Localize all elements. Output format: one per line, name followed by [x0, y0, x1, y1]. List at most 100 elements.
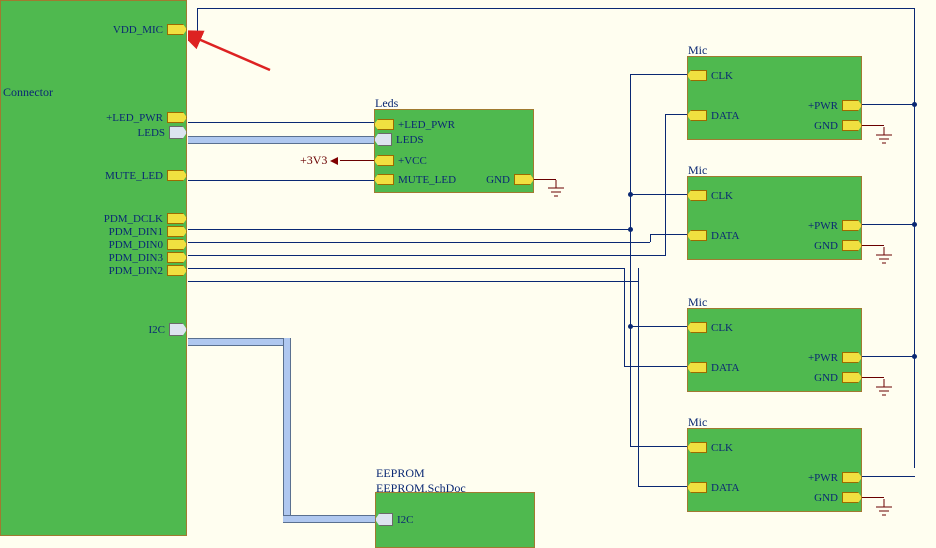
wire	[630, 74, 687, 75]
wire	[862, 125, 884, 126]
bus-port-icon	[169, 126, 187, 139]
mic1-port-pwr[interactable]: +PWR	[804, 99, 862, 112]
port-shape-icon	[687, 70, 707, 81]
mic1-port-clk[interactable]: CLK	[687, 69, 737, 82]
port-pdm-dclk[interactable]: PDM_DCLK	[100, 212, 187, 225]
wire	[188, 180, 374, 181]
port-leds[interactable]: LEDS	[134, 126, 188, 139]
wire	[197, 8, 915, 9]
annotation-arrow-icon	[188, 28, 288, 78]
wire	[862, 377, 884, 378]
mic4-port-pwr[interactable]: +PWR	[804, 471, 862, 484]
port-i2c[interactable]: I2C	[145, 323, 188, 336]
leds-title: Leds	[375, 96, 398, 111]
mic4-title: Mic	[688, 415, 707, 430]
mic3-port-clk[interactable]: CLK	[687, 321, 737, 334]
mic2-port-gnd[interactable]: GND	[810, 239, 862, 252]
port-shape-icon	[167, 226, 187, 237]
wire	[624, 366, 687, 367]
leds-port-gnd[interactable]: GND	[482, 173, 534, 186]
leds-port-vcc[interactable]: +VCC	[374, 154, 431, 167]
port-shape-icon	[687, 190, 707, 201]
junction-icon	[912, 354, 917, 359]
gnd-symbol-icon	[876, 499, 892, 519]
wire	[638, 268, 639, 486]
port-shape-icon	[514, 174, 534, 185]
wire	[862, 476, 915, 477]
port-shape-icon	[374, 119, 394, 130]
port-shape-icon	[842, 120, 862, 131]
port-pdm-din0[interactable]: PDM_DIN0	[105, 238, 187, 251]
bus	[188, 338, 288, 346]
junction-icon	[912, 222, 917, 227]
mic4-port-gnd[interactable]: GND	[810, 491, 862, 504]
mic2-title: Mic	[688, 163, 707, 178]
connector-block[interactable]: Connector VDD_MIC +LED_PWR LEDS MUTE_LED…	[0, 0, 187, 536]
wire	[630, 74, 631, 447]
port-shape-icon	[167, 265, 187, 276]
mic2-port-pwr[interactable]: +PWR	[804, 219, 862, 232]
mic-block-3[interactable]: Mic CLK DATA +PWR GND	[687, 308, 862, 392]
mic-block-4[interactable]: Mic CLK DATA +PWR GND	[687, 428, 862, 512]
port-shape-icon	[842, 492, 862, 503]
port-pdm-din2[interactable]: PDM_DIN2	[105, 264, 187, 277]
wire	[188, 122, 374, 123]
wire	[665, 114, 687, 115]
port-shape-icon	[842, 372, 862, 383]
gnd-symbol-icon	[876, 247, 892, 267]
port-pdm-din3[interactable]: PDM_DIN3	[105, 251, 187, 264]
mic3-port-data[interactable]: DATA	[687, 361, 743, 374]
bus	[283, 338, 291, 518]
port-shape-icon	[687, 362, 707, 373]
port-shape-icon	[374, 174, 394, 185]
mic-block-2[interactable]: Mic CLK DATA +PWR GND	[687, 176, 862, 260]
mic3-port-pwr[interactable]: +PWR	[804, 351, 862, 364]
bus-port-icon	[375, 513, 393, 526]
port-shape-icon	[687, 482, 707, 493]
mic2-port-data[interactable]: DATA	[687, 229, 743, 242]
port-pdm-din1[interactable]: PDM_DIN1	[105, 225, 187, 238]
eeprom-port-i2c[interactable]: I2C	[375, 513, 418, 526]
wire	[188, 242, 650, 243]
wire	[188, 268, 624, 269]
junction-icon	[628, 227, 633, 232]
port-shape-icon	[374, 155, 394, 166]
gnd-symbol-icon	[876, 127, 892, 147]
leds-port-led-pwr[interactable]: +LED_PWR	[374, 118, 459, 131]
wire	[340, 160, 374, 161]
port-shape-icon	[687, 110, 707, 121]
mic1-title: Mic	[688, 43, 707, 58]
bus	[283, 515, 375, 523]
mic4-port-data[interactable]: DATA	[687, 481, 743, 494]
mic3-port-gnd[interactable]: GND	[810, 371, 862, 384]
port-shape-icon	[167, 112, 187, 123]
leds-block[interactable]: Leds +LED_PWR LEDS +VCC MUTE_LED GND	[374, 109, 534, 193]
wire	[914, 8, 915, 468]
port-mute-led[interactable]: MUTE_LED	[101, 169, 187, 182]
port-shape-icon	[842, 472, 862, 483]
gnd-symbol-icon	[876, 379, 892, 399]
port-led-pwr[interactable]: +LED_PWR	[102, 111, 187, 124]
mic1-port-gnd[interactable]: GND	[810, 119, 862, 132]
wire	[188, 229, 630, 230]
schematic-canvas: Connector VDD_MIC +LED_PWR LEDS MUTE_LED…	[0, 0, 936, 548]
leds-port-mute-led[interactable]: MUTE_LED	[374, 173, 460, 186]
gnd-symbol-icon	[548, 180, 564, 200]
junction-icon	[628, 324, 633, 329]
wire	[862, 497, 884, 498]
port-vdd-mic[interactable]: VDD_MIC	[109, 23, 187, 36]
port-shape-icon	[167, 170, 187, 181]
junction-icon	[628, 192, 633, 197]
wire	[630, 194, 687, 195]
bus	[188, 136, 374, 144]
port-shape-icon	[167, 239, 187, 250]
mic4-port-clk[interactable]: CLK	[687, 441, 737, 454]
mic1-port-data[interactable]: DATA	[687, 109, 743, 122]
leds-port-leds[interactable]: LEDS	[374, 133, 428, 146]
port-shape-icon	[167, 252, 187, 263]
port-shape-icon	[167, 213, 187, 224]
mic2-port-clk[interactable]: CLK	[687, 189, 737, 202]
mic-block-1[interactable]: Mic CLK DATA +PWR GND	[687, 56, 862, 140]
port-shape-icon	[687, 230, 707, 241]
eeprom-block[interactable]: EEPROM EEPROM.SchDoc I2C	[375, 492, 535, 548]
